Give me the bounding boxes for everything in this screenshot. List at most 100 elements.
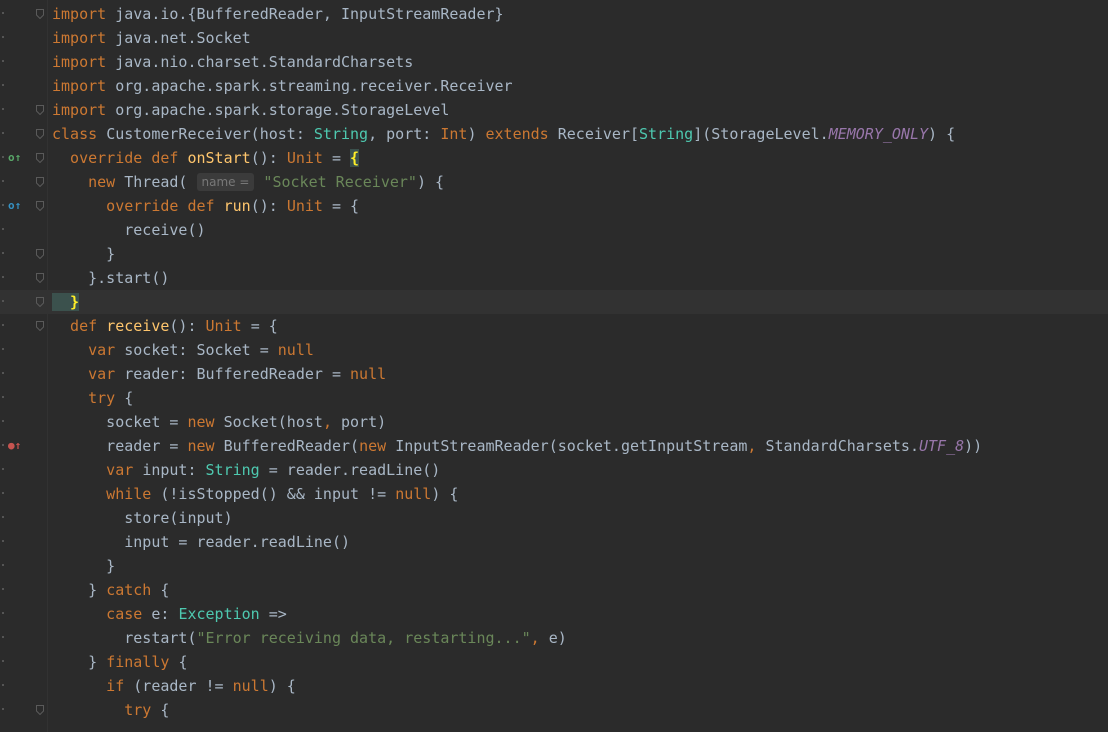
code-token: var	[52, 461, 143, 479]
fold-marker-icon[interactable]	[36, 273, 44, 283]
code-text[interactable]: def receive(): Unit = {	[52, 314, 278, 338]
code-text[interactable]: reader = new BufferedReader(new InputStr…	[52, 434, 982, 458]
fold-marker-icon[interactable]	[36, 129, 44, 139]
line-marker	[2, 444, 4, 446]
code-token: org.apache.spark.streaming.receiver.Rece…	[115, 77, 513, 95]
fold-marker-icon[interactable]	[36, 9, 44, 19]
code-text[interactable]: var input: String = reader.readLine()	[52, 458, 440, 482]
code-line[interactable]: new Thread( name = "Socket Receiver") {	[0, 170, 1108, 194]
code-text[interactable]: override def onStart(): Unit = {	[52, 146, 360, 170]
code-line[interactable]: import java.io.{BufferedReader, InputStr…	[0, 2, 1108, 26]
code-text[interactable]: }.start()	[52, 266, 169, 290]
code-text[interactable]: while (!isStopped() && input != null) {	[52, 482, 458, 506]
code-token: run	[223, 197, 251, 215]
code-line[interactable]: }	[0, 290, 1108, 314]
code-line[interactable]: }.start()	[0, 266, 1108, 290]
code-token: String	[639, 125, 694, 143]
code-token: Unit	[286, 149, 332, 167]
code-text[interactable]: input = reader.readLine()	[52, 530, 350, 554]
code-line[interactable]: input = reader.readLine()	[0, 530, 1108, 554]
code-token: = {	[331, 197, 360, 215]
code-token: (!isStopped() && input !=	[160, 485, 396, 503]
code-line[interactable]: var socket: Socket = null	[0, 338, 1108, 362]
code-text[interactable]: }	[52, 290, 80, 314]
code-text[interactable]: socket = new Socket(host, port)	[52, 410, 386, 434]
code-text[interactable]: try {	[52, 386, 133, 410]
code-token: Receiver[	[557, 125, 640, 143]
code-line[interactable]: var input: String = reader.readLine()	[0, 458, 1108, 482]
code-text[interactable]: import java.nio.charset.StandardCharsets	[52, 50, 413, 74]
code-text[interactable]: import java.net.Socket	[52, 26, 251, 50]
fold-marker-icon[interactable]	[36, 249, 44, 259]
code-token: port)	[341, 413, 387, 431]
fold-marker-icon[interactable]	[36, 297, 44, 307]
code-text[interactable]: var reader: BufferedReader = null	[52, 362, 386, 386]
code-line[interactable]: def receive(): Unit = {	[0, 314, 1108, 338]
code-line[interactable]: restart("Error receiving data, restartin…	[0, 626, 1108, 650]
code-line[interactable]: class CustomerReceiver(host: String, por…	[0, 122, 1108, 146]
code-line[interactable]: ●↑ reader = new BufferedReader(new Input…	[0, 434, 1108, 458]
code-text[interactable]: import java.io.{BufferedReader, InputStr…	[52, 2, 504, 26]
code-line[interactable]: while (!isStopped() && input != null) {	[0, 482, 1108, 506]
code-token: socket: Socket =	[124, 341, 278, 359]
code-line[interactable]: import org.apache.spark.storage.StorageL…	[0, 98, 1108, 122]
code-text[interactable]: override def run(): Unit = {	[52, 194, 359, 218]
code-editor[interactable]: import java.io.{BufferedReader, InputStr…	[0, 0, 1108, 732]
code-line[interactable]: o↑ override def onStart(): Unit = {	[0, 146, 1108, 170]
code-token: }	[52, 557, 116, 575]
code-line[interactable]: case e: Exception =>	[0, 602, 1108, 626]
code-token: null	[277, 341, 314, 359]
code-line[interactable]: import org.apache.spark.streaming.receiv…	[0, 74, 1108, 98]
breakpoint-icon[interactable]: ●↑	[8, 434, 26, 458]
override-method-icon[interactable]: o↑	[8, 146, 26, 170]
code-text[interactable]: var socket: Socket = null	[52, 338, 314, 362]
code-line[interactable]: import java.net.Socket	[0, 26, 1108, 50]
code-line[interactable]: try {	[0, 386, 1108, 410]
code-line[interactable]: } finally {	[0, 650, 1108, 674]
code-text[interactable]: if (reader != null) {	[52, 674, 296, 698]
code-token: new	[187, 437, 224, 455]
code-token: new	[359, 437, 396, 455]
code-text[interactable]: }	[52, 554, 115, 578]
line-marker	[2, 84, 4, 86]
override-method-icon[interactable]: o↑	[8, 194, 26, 218]
code-line[interactable]: o↑ override def run(): Unit = {	[0, 194, 1108, 218]
fold-marker-icon[interactable]	[36, 177, 44, 187]
line-marker	[2, 468, 4, 470]
code-line[interactable]: try {	[0, 698, 1108, 722]
code-text[interactable]: restart("Error receiving data, restartin…	[52, 626, 567, 650]
code-text[interactable]: } finally {	[52, 650, 187, 674]
code-line[interactable]: store(input)	[0, 506, 1108, 530]
fold-marker-icon[interactable]	[36, 153, 44, 163]
code-text[interactable]: case e: Exception =>	[52, 602, 287, 626]
code-text[interactable]: }	[52, 242, 115, 266]
code-text[interactable]: class CustomerReceiver(host: String, por…	[52, 122, 955, 146]
code-token: BufferedReader(	[223, 437, 360, 455]
code-text[interactable]: } catch {	[52, 578, 169, 602]
code-line[interactable]: } catch {	[0, 578, 1108, 602]
code-text[interactable]: receive()	[52, 218, 205, 242]
code-token: ))	[964, 437, 983, 455]
code-token: {	[350, 149, 360, 167]
fold-marker-icon[interactable]	[36, 105, 44, 115]
code-text[interactable]: import org.apache.spark.streaming.receiv…	[52, 74, 513, 98]
code-line[interactable]: }	[0, 242, 1108, 266]
code-text[interactable]: import org.apache.spark.storage.StorageL…	[52, 98, 449, 122]
code-line[interactable]: receive()	[0, 218, 1108, 242]
code-token: import	[52, 77, 116, 95]
code-text[interactable]: store(input)	[52, 506, 232, 530]
code-token: Unit	[286, 197, 332, 215]
fold-marker-icon[interactable]	[36, 321, 44, 331]
fold-marker-icon[interactable]	[36, 705, 44, 715]
fold-marker-icon[interactable]	[36, 201, 44, 211]
code-line[interactable]: var reader: BufferedReader = null	[0, 362, 1108, 386]
code-line[interactable]: socket = new Socket(host, port)	[0, 410, 1108, 434]
code-line[interactable]: import java.nio.charset.StandardCharsets	[0, 50, 1108, 74]
code-text[interactable]: try {	[52, 698, 169, 722]
code-line[interactable]: if (reader != null) {	[0, 674, 1108, 698]
code-line[interactable]: }	[0, 554, 1108, 578]
line-marker	[2, 60, 4, 62]
code-text[interactable]: new Thread( name = "Socket Receiver") {	[52, 170, 444, 194]
line-marker	[2, 516, 4, 518]
line-marker	[2, 564, 4, 566]
